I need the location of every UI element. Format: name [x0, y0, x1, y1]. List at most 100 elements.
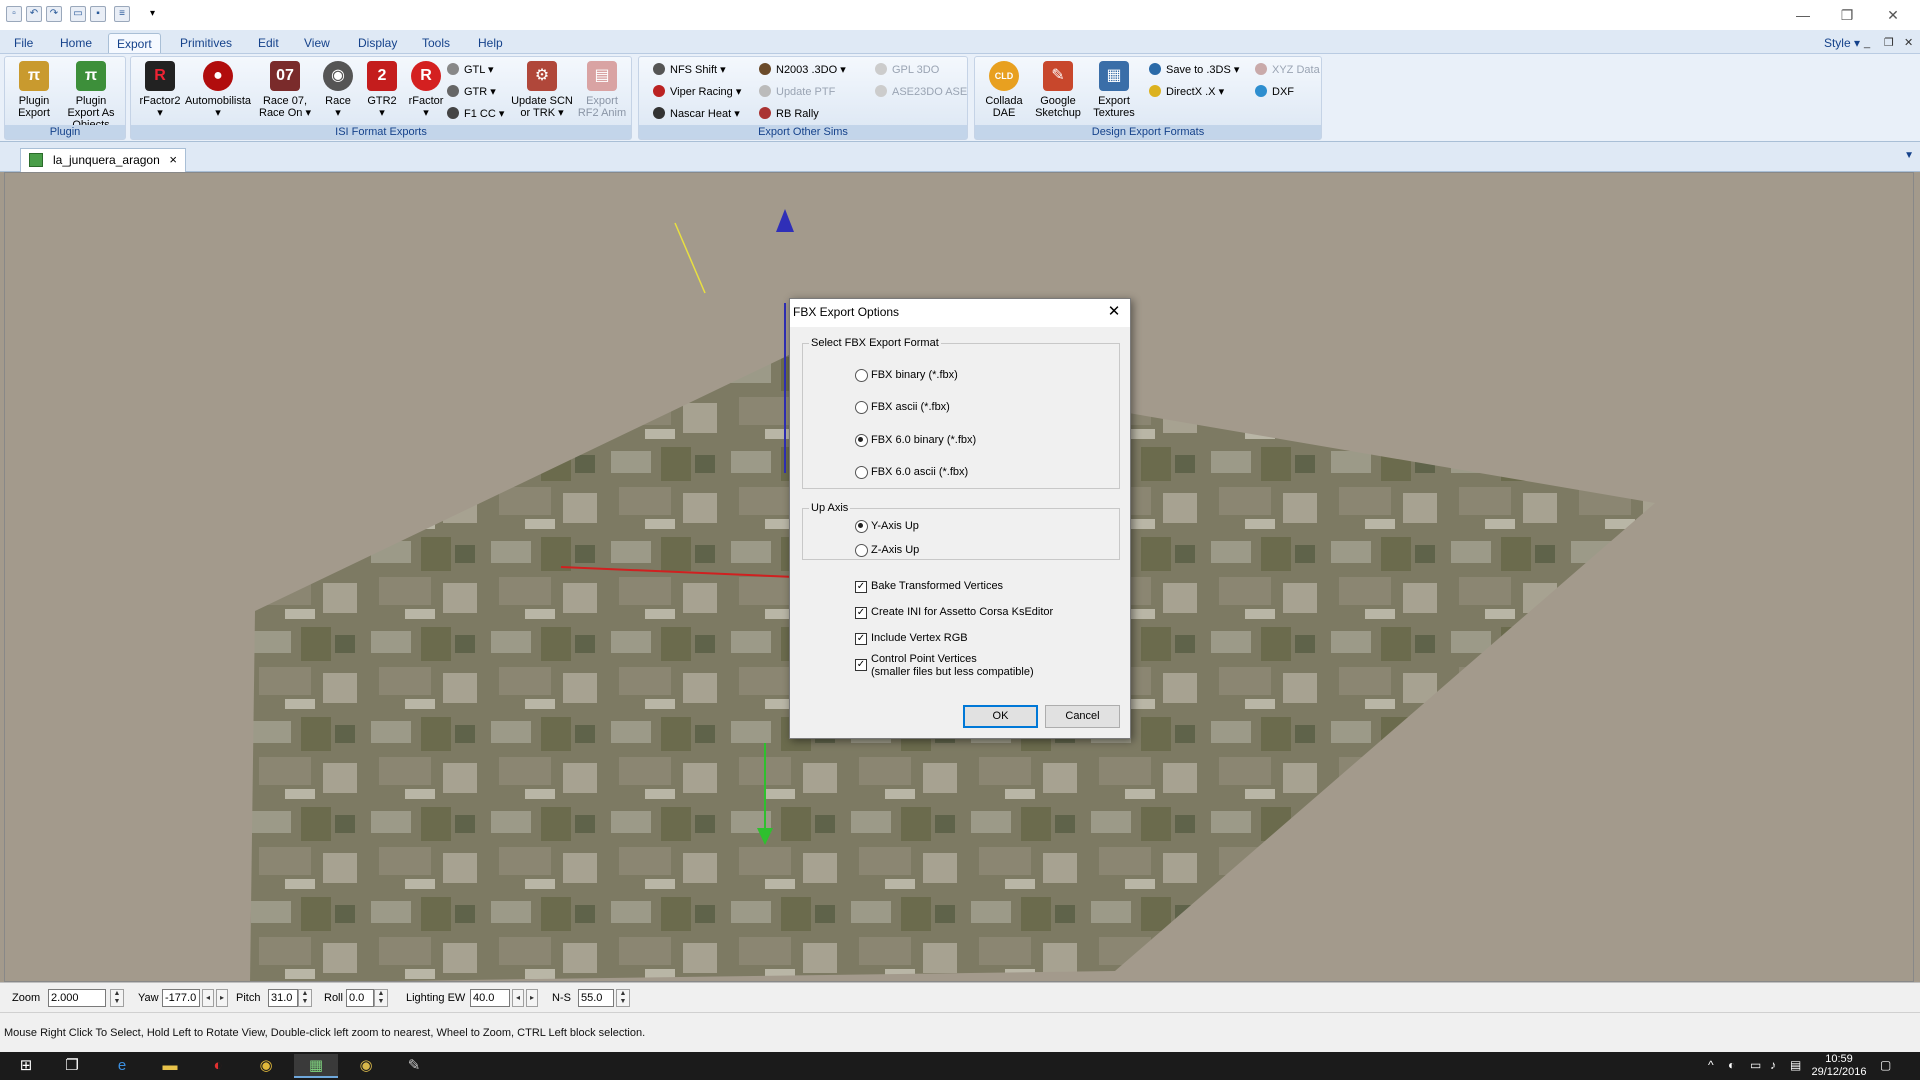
dialog-close-icon[interactable]: ✕ [1104, 301, 1124, 323]
close-window-icon[interactable]: ✕ [1878, 4, 1908, 26]
edge-browser-icon[interactable]: e [100, 1054, 144, 1078]
task-view-icon[interactable]: ❐ [50, 1054, 94, 1078]
start-windows-icon[interactable]: ⊞ [4, 1054, 48, 1078]
export-textures-button[interactable]: ▦ Export Textures [1087, 61, 1141, 123]
lighting-right-arrow-icon[interactable]: ▸ [526, 989, 538, 1007]
quick-access-dropdown-icon[interactable]: ▾ [150, 8, 155, 19]
update-scn-button[interactable]: ⚙ Update SCN or TRK ▾ [509, 61, 575, 123]
rb-rally-button[interactable]: RB Rally [759, 105, 819, 123]
open-folder-icon[interactable]: ▭ [70, 6, 86, 22]
tray-expand-icon[interactable]: ^ [1708, 1057, 1714, 1073]
nfs-shift-button[interactable]: NFS Shift ▾ [653, 61, 726, 79]
zoom-spinner-icon[interactable]: ▲ ▼ [110, 989, 124, 1007]
network-tray-icon[interactable]: ▭ [1750, 1057, 1761, 1073]
minimize-window-icon[interactable]: — [1788, 4, 1818, 26]
light-direction-line [674, 222, 706, 294]
yaw-right-arrow-icon[interactable]: ▸ [216, 989, 228, 1007]
directx-button[interactable]: DirectX .X ▾ [1149, 83, 1224, 101]
yaw-left-arrow-icon[interactable]: ◂ [202, 989, 214, 1007]
race07-button[interactable]: 07 Race 07, Race On ▾ [255, 61, 315, 123]
gtr-button[interactable]: GTR ▾ [447, 83, 496, 101]
restore-window-icon[interactable]: ❐ [1832, 4, 1862, 26]
mdi-close-icon[interactable]: ✕ [1904, 33, 1913, 53]
format-fbx-ascii-radio[interactable]: FBX ascii (*.fbx) [855, 400, 950, 414]
f1cc-icon [447, 107, 459, 119]
automobilista-button[interactable]: ● Automobilista ▾ [183, 61, 253, 123]
nascar-heat-button[interactable]: Nascar Heat ▾ [653, 105, 740, 123]
include-vertex-rgb-checkbox[interactable]: ✓ Include Vertex RGB [855, 632, 968, 645]
menu-home[interactable]: Home [52, 33, 100, 53]
control-point-vertices-checkbox[interactable]: ✓ Control Point Vertices (smaller files … [855, 653, 1034, 679]
media-app-icon[interactable]: ◐ [196, 1054, 240, 1078]
menu-export[interactable]: Export [108, 33, 161, 53]
pitch-spinner-icon[interactable]: ▲ ▼ [298, 989, 312, 1007]
tab-list-dropdown-icon[interactable]: ▼ [1904, 150, 1914, 161]
ribbon-group-design: CLD Collada DAE ✎ Google Sketchup ▦ Expo… [974, 56, 1322, 140]
ns-input[interactable]: 55.0 [578, 989, 614, 1007]
save-3ds-button[interactable]: Save to .3DS ▾ [1149, 61, 1239, 79]
rfactor-button[interactable]: R rFactor ▾ [403, 61, 449, 123]
race-button[interactable]: ◉ Race ▾ [315, 61, 361, 123]
mdi-minimize-icon[interactable]: _ [1864, 33, 1870, 53]
rfactor2-button[interactable]: R rFactor2 ▾ [133, 61, 187, 123]
new-file-icon[interactable]: ▫ [6, 6, 22, 22]
zoom-input[interactable]: 2.000 [48, 989, 106, 1007]
plugin-export-button[interactable]: π Plugin Export [7, 61, 61, 123]
volume-tray-icon[interactable]: ♪ [1770, 1057, 1776, 1073]
format-fbx6-binary-radio[interactable]: FBX 6.0 binary (*.fbx) [855, 433, 976, 447]
tab-close-icon[interactable]: × [169, 149, 177, 171]
undo-icon[interactable]: ↶ [26, 6, 42, 22]
y-axis-up-radio[interactable]: Y-Axis Up [855, 519, 919, 533]
menu-help[interactable]: Help [470, 33, 511, 53]
pitch-input[interactable]: 31.0 [268, 989, 298, 1007]
language-tray-icon[interactable]: ▤ [1790, 1057, 1801, 1073]
lighting-ew-input[interactable]: 40.0 [470, 989, 510, 1007]
chrome-profile-icon[interactable]: ◉ [344, 1054, 388, 1078]
mdi-restore-icon[interactable]: ❐ [1884, 33, 1894, 53]
menu-file[interactable]: File [6, 33, 41, 53]
gtr2-button[interactable]: 2 GTR2 ▾ [359, 61, 405, 123]
layers-icon[interactable]: ≡ [114, 6, 130, 22]
save-icon[interactable]: ▪ [90, 6, 106, 22]
chrome-icon[interactable]: ◉ [244, 1054, 288, 1078]
rfactor2-icon: R [145, 61, 175, 91]
n2003-icon [759, 63, 771, 75]
roll-spinner-icon[interactable]: ▲ ▼ [374, 989, 388, 1007]
menu-edit[interactable]: Edit [250, 33, 287, 53]
style-menu[interactable]: Style ▾ [1824, 33, 1860, 53]
create-ini-checkbox[interactable]: ✓ Create INI for Assetto Corsa KsEditor [855, 606, 1053, 619]
menu-primitives[interactable]: Primitives [172, 33, 240, 53]
gtl-button[interactable]: GTL ▾ [447, 61, 494, 79]
paint-app-icon[interactable]: ✎ [392, 1054, 436, 1078]
viper-racing-button[interactable]: Viper Racing ▾ [653, 83, 741, 101]
plugin-export-objects-button[interactable]: π Plugin Export As Objects [61, 61, 121, 131]
ok-button[interactable]: OK [963, 705, 1038, 728]
3dsimed-app-icon[interactable]: ▦ [294, 1054, 338, 1078]
format-fbx-binary-radio[interactable]: FBX binary (*.fbx) [855, 368, 958, 382]
steam-tray-icon[interactable]: ◐ [1728, 1057, 1735, 1073]
notifications-icon[interactable]: ▢ [1880, 1057, 1891, 1073]
ns-spinner-icon[interactable]: ▲ ▼ [616, 989, 630, 1007]
cancel-button[interactable]: Cancel [1045, 705, 1120, 728]
menu-display[interactable]: Display [350, 33, 405, 53]
dxf-button[interactable]: DXF [1255, 83, 1294, 101]
nascar-heat-icon [653, 107, 665, 119]
yaw-input[interactable]: -177.0 [162, 989, 200, 1007]
menu-view[interactable]: View [296, 33, 338, 53]
format-fbx6-ascii-radio[interactable]: FBX 6.0 ascii (*.fbx) [855, 465, 968, 479]
redo-icon[interactable]: ↷ [46, 6, 62, 22]
roll-input[interactable]: 0.0 [346, 989, 374, 1007]
yaw-label: Yaw [138, 992, 159, 1004]
taskbar-clock[interactable]: 10:59 29/12/2016 [1804, 1053, 1874, 1079]
google-sketchup-button[interactable]: ✎ Google Sketchup [1029, 61, 1087, 123]
document-tab[interactable]: la_junquera_aragon × [20, 148, 186, 172]
collada-dae-button[interactable]: CLD Collada DAE [977, 61, 1031, 123]
n2003-button[interactable]: N2003 .3DO ▾ [759, 61, 846, 79]
bake-transformed-vertices-checkbox[interactable]: ✓ Bake Transformed Vertices [855, 580, 1003, 593]
menu-tools[interactable]: Tools [414, 33, 458, 53]
menu-bar: File Home Export Primitives Edit View Di… [0, 30, 1920, 54]
f1cc-button[interactable]: F1 CC ▾ [447, 105, 504, 123]
lighting-left-arrow-icon[interactable]: ◂ [512, 989, 524, 1007]
file-explorer-icon[interactable]: ▬ [148, 1054, 192, 1078]
z-axis-up-radio[interactable]: Z-Axis Up [855, 543, 919, 557]
